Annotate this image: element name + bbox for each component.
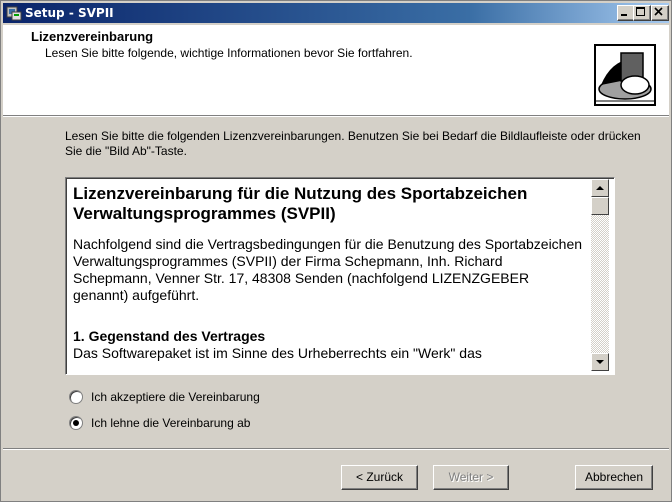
maximize-button[interactable]	[633, 5, 651, 21]
license-content: Lizenzvereinbarung für die Nutzung des S…	[73, 184, 583, 362]
close-icon	[654, 7, 663, 16]
close-button[interactable]	[651, 5, 669, 21]
window-title: Setup - SVPII	[25, 6, 114, 20]
scroll-up-button[interactable]	[591, 179, 609, 197]
accept-label: Ich akzeptiere die Vereinbarung	[91, 390, 260, 404]
setup-window: Setup - SVPII Lizenzvereinbarung Lesen S…	[0, 0, 672, 502]
maximize-icon	[636, 7, 645, 16]
page-title: Lizenzvereinbarung	[31, 29, 154, 44]
minimize-icon	[621, 14, 627, 16]
arrow-up-icon	[596, 186, 604, 190]
footer-separator	[3, 448, 669, 450]
accept-radio[interactable]	[69, 390, 83, 404]
scroll-down-button[interactable]	[591, 353, 609, 371]
license-section-text: Das Softwarepaket ist im Sinne des Urheb…	[73, 345, 482, 361]
license-paragraph: Nachfolgend sind die Vertragsbedingungen…	[73, 236, 583, 303]
intro-text: Lesen Sie bitte die folgenden Lizenzvere…	[65, 129, 641, 158]
next-button[interactable]: Weiter >	[433, 465, 509, 490]
cancel-button[interactable]: Abbrechen	[575, 465, 653, 490]
decline-radio[interactable]	[69, 416, 83, 430]
license-scrollbar[interactable]	[591, 179, 609, 371]
license-section-title: 1. Gegenstand des Vertrages	[73, 328, 266, 344]
decline-option[interactable]: Ich lehne die Vereinbarung ab	[69, 415, 250, 431]
scroll-thumb[interactable]	[591, 197, 609, 215]
decline-label: Ich lehne die Vereinbarung ab	[91, 416, 251, 430]
accept-option[interactable]: Ich akzeptiere die Vereinbarung	[69, 389, 260, 405]
back-button[interactable]: < Zurück	[341, 465, 418, 490]
title-bar[interactable]: Setup - SVPII	[3, 3, 669, 23]
arrow-down-icon	[596, 360, 604, 364]
setup-wizard-icon	[591, 41, 663, 115]
page-subtitle: Lesen Sie bitte folgende, wichtige Infor…	[45, 46, 413, 60]
setup-app-icon	[6, 6, 22, 21]
license-textbox[interactable]: Lizenzvereinbarung für die Nutzung des S…	[65, 177, 615, 375]
license-heading: Lizenzvereinbarung für die Nutzung des S…	[73, 184, 528, 223]
